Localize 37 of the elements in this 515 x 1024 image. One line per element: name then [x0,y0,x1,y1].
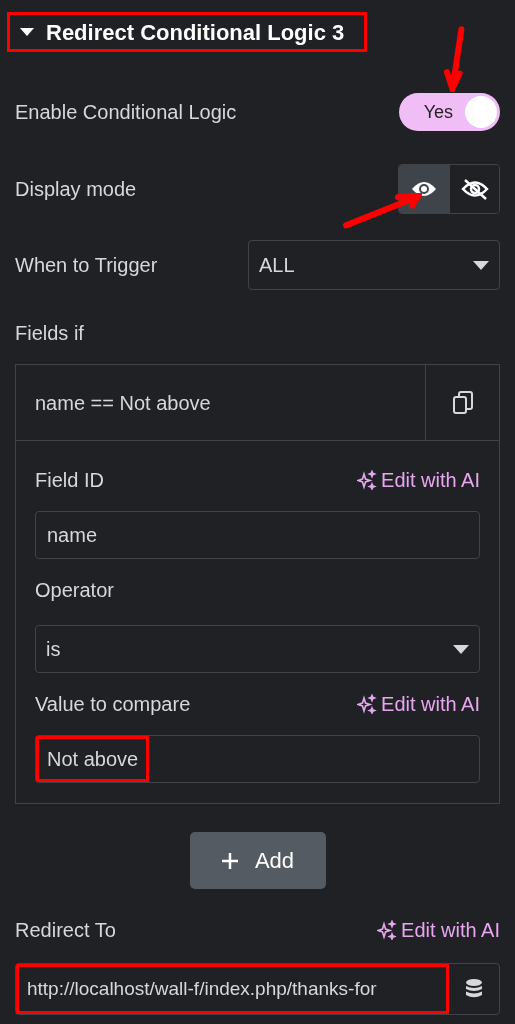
eye-icon [411,180,437,198]
toggle-switch[interactable]: Yes [399,93,500,131]
plus-icon [220,851,239,870]
field-label: Operator [35,578,114,603]
field-value: Not above [47,747,139,772]
field-value: name [46,523,99,548]
toggle-text: Yes [423,100,453,124]
field-label: Display mode [15,177,137,202]
edit-with-ai-link[interactable]: Edit with AI [357,689,480,719]
url-field[interactable]: http://localhost/wall-f/index.php/thanks-for [16,964,449,1014]
text-field[interactable]: Not above [35,735,480,783]
field-label: Field ID [35,468,104,493]
field-label: Fields if [15,321,85,346]
field-label: Value to compare [35,692,191,717]
database-icon [466,979,482,999]
section-title[interactable]: Redirect Conditional Logic 3 [46,15,345,49]
eye-slash-icon [460,178,489,200]
duplicate-button[interactable] [425,365,499,441]
edit-with-ai-link[interactable]: Edit with AI [377,915,500,945]
text-field[interactable]: name [35,511,480,559]
sparkle-icon [357,694,378,714]
field-label: Redirect To [15,918,116,943]
trigger-select[interactable]: ALL [248,240,500,290]
hide-button[interactable] [449,165,499,213]
edit-with-ai-link[interactable]: Edit with AI [357,465,480,495]
dropdown-caret-icon [453,644,469,654]
sparkle-icon [357,470,378,490]
repeater-item-title[interactable]: name == Not above [16,365,425,441]
sparkle-icon [377,920,398,940]
dropdown-caret-icon [473,260,489,270]
caret-icon[interactable] [20,27,34,37]
toggle-knob [465,96,497,128]
add-button[interactable]: Add [189,832,326,889]
field-label: When to Trigger [15,253,158,278]
operator-select[interactable]: is [35,625,480,673]
field-label: Enable Conditional Logic [15,100,237,125]
copy-icon [452,390,473,415]
